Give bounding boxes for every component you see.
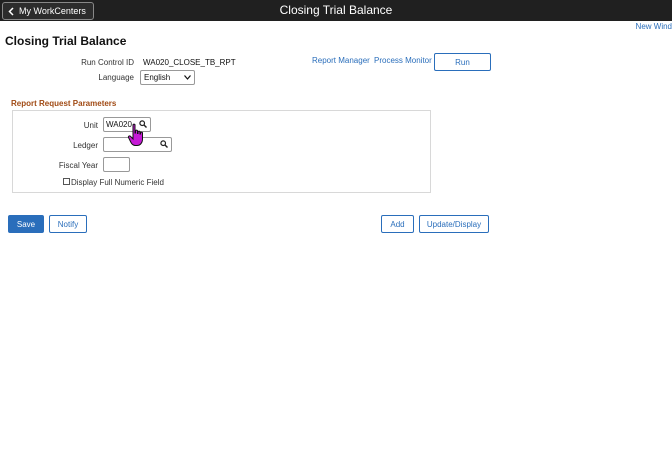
update-display-button[interactable]: Update/Display xyxy=(419,215,489,233)
search-icon xyxy=(160,140,168,148)
process-monitor-link[interactable]: Process Monitor xyxy=(374,56,432,65)
fiscal-year-input[interactable] xyxy=(103,157,130,172)
language-select[interactable]: English xyxy=(140,70,195,85)
report-manager-link[interactable]: Report Manager xyxy=(312,56,370,65)
hand-cursor-icon xyxy=(127,123,143,146)
add-button[interactable]: Add xyxy=(381,215,414,233)
save-button[interactable]: Save xyxy=(8,215,44,233)
ledger-lookup-button[interactable] xyxy=(158,138,170,150)
unit-label: Unit xyxy=(83,121,98,130)
notify-button[interactable]: Notify xyxy=(49,215,87,233)
run-control-value: WA020_CLOSE_TB_RPT xyxy=(143,58,236,67)
ledger-label: Ledger xyxy=(73,141,98,150)
display-full-numeric-label: Display Full Numeric Field xyxy=(71,178,164,187)
language-label: Language xyxy=(98,73,134,82)
header-bar: My WorkCenters Closing Trial Balance xyxy=(0,0,672,21)
run-control-label: Run Control ID xyxy=(81,58,134,67)
page-title: Closing Trial Balance xyxy=(5,34,127,48)
header-title: Closing Trial Balance xyxy=(279,3,393,17)
new-window-link[interactable]: New Wind xyxy=(636,22,672,31)
report-request-parameters-title: Report Request Parameters xyxy=(11,99,117,108)
chevron-down-icon xyxy=(184,75,191,80)
display-full-numeric-checkbox[interactable] xyxy=(63,178,70,185)
language-selected-value: English xyxy=(144,73,171,82)
fiscal-year-label: Fiscal Year xyxy=(58,161,98,170)
run-button[interactable]: Run xyxy=(434,53,491,71)
